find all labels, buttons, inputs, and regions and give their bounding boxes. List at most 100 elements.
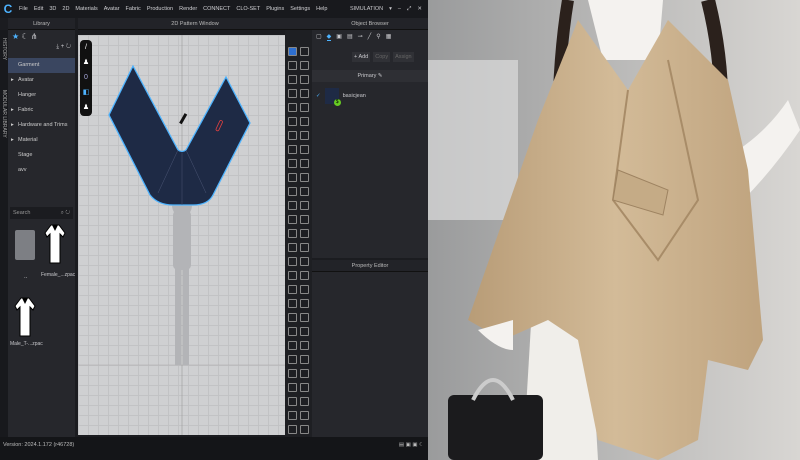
pattern-tool-icon[interactable]: [288, 103, 297, 112]
pattern-tool-icon[interactable]: [300, 145, 309, 154]
menu-file[interactable]: File: [19, 6, 28, 12]
menu-materials[interactable]: Materials: [75, 6, 97, 12]
library-item[interactable]: ▸ Hardware and Trims: [8, 118, 75, 133]
pattern-tool-icon[interactable]: [300, 425, 309, 434]
garment-thumbnail-female[interactable]: [42, 223, 68, 265]
status-icons[interactable]: ▤ ▣ ▣ ☾: [399, 442, 424, 448]
pattern-tool-icon[interactable]: [288, 61, 297, 70]
add-icon[interactable]: +: [61, 44, 65, 50]
fabric-tab-icon[interactable]: ◆: [326, 33, 332, 41]
pattern-tool-icon[interactable]: [288, 383, 297, 392]
tab-icon[interactable]: ╱: [368, 33, 372, 41]
garment-thumbnail-male[interactable]: [12, 296, 38, 340]
oval-icon[interactable]: 0: [80, 70, 92, 85]
pattern-tool-icon[interactable]: [300, 327, 309, 336]
pattern-tool-icon[interactable]: [288, 271, 297, 280]
pattern-tool-icon[interactable]: [288, 257, 297, 266]
pattern-tool-icon[interactable]: [288, 341, 297, 350]
menu-avatar[interactable]: Avatar: [104, 6, 120, 12]
minimize-icon[interactable]: –: [398, 6, 401, 13]
pattern-tool-icon[interactable]: [288, 159, 297, 168]
colorway-row[interactable]: Primary ✎: [312, 70, 428, 82]
pattern-tool-icon[interactable]: [300, 257, 309, 266]
library-search-input[interactable]: Search ⌕ ↻: [10, 207, 73, 219]
search-icon[interactable]: ⌕ ↻: [61, 210, 70, 216]
menu-help[interactable]: Help: [316, 6, 327, 12]
library-item[interactable]: ▸ Fabric: [8, 103, 75, 118]
tab-icon[interactable]: ▢: [316, 33, 322, 41]
pattern-piece[interactable]: [108, 64, 251, 206]
menu-plugins[interactable]: Plugins: [266, 6, 284, 12]
library-item[interactable]: ▸ Material: [8, 133, 75, 148]
menu-clo-set[interactable]: CLO-SET: [236, 6, 260, 12]
avatar-icon[interactable]: ♟: [80, 100, 92, 115]
library-item[interactable]: Stage: [8, 148, 75, 163]
tab-icon[interactable]: ▣: [336, 33, 342, 41]
pattern-tool-icon[interactable]: [288, 327, 297, 336]
pattern-tool-icon[interactable]: [288, 355, 297, 364]
pattern-tool-icon[interactable]: [300, 201, 309, 210]
pattern-tool-icon[interactable]: [288, 313, 297, 322]
folder-icon[interactable]: [15, 230, 35, 260]
pattern-tool-icon[interactable]: [288, 173, 297, 182]
pattern-tool-icon[interactable]: [288, 117, 297, 126]
pattern-tool-icon[interactable]: [300, 89, 309, 98]
pattern-tool-icon[interactable]: [288, 75, 297, 84]
pattern-tool-icon[interactable]: [300, 411, 309, 420]
cloud-icon[interactable]: ☾: [21, 32, 28, 41]
maximize-icon[interactable]: ⤢: [407, 6, 411, 13]
pattern-tool-icon[interactable]: [288, 369, 297, 378]
menu-connect[interactable]: CONNECT: [203, 6, 230, 12]
pattern-tool-icon[interactable]: [288, 299, 297, 308]
pattern-tool-icon[interactable]: [300, 215, 309, 224]
pattern-tool-icon[interactable]: [288, 229, 297, 238]
simulation-mode-dropdown[interactable]: SIMULATION: [350, 6, 383, 13]
menu-fabric[interactable]: Fabric: [126, 6, 141, 12]
pattern-tool-icon[interactable]: [300, 341, 309, 350]
library-item[interactable]: Garment: [8, 58, 75, 73]
lib-icon[interactable]: ⋔: [31, 32, 38, 41]
pattern-tool-icon[interactable]: [300, 187, 309, 196]
dropdown-chevron-icon[interactable]: ▾: [389, 6, 392, 13]
pen-icon[interactable]: /: [80, 40, 92, 55]
pattern-tool-icon[interactable]: [300, 313, 309, 322]
pattern-tool-icon[interactable]: [300, 47, 309, 56]
pattern-tool-icon[interactable]: [300, 397, 309, 406]
pattern-tool-icon[interactable]: [288, 243, 297, 252]
fill-icon[interactable]: ◧: [80, 85, 92, 100]
copy-button[interactable]: Copy: [373, 52, 391, 62]
check-icon[interactable]: ✓: [316, 93, 321, 99]
tab-modular-library[interactable]: MODULAR LIBRARY: [1, 90, 7, 138]
pattern-tool-icon[interactable]: [288, 215, 297, 224]
close-icon[interactable]: ✕: [417, 6, 422, 13]
tab-history[interactable]: HISTORY: [1, 38, 7, 60]
pattern-tool-icon[interactable]: [288, 131, 297, 140]
pattern-tool-icon[interactable]: [300, 103, 309, 112]
pattern-tool-icon[interactable]: [300, 173, 309, 182]
pattern-tool-icon[interactable]: [288, 47, 297, 56]
menu-edit[interactable]: Edit: [34, 6, 43, 12]
pattern-tool-icon[interactable]: [300, 131, 309, 140]
library-item[interactable]: avv: [8, 163, 75, 178]
pattern-tool-icon[interactable]: [300, 159, 309, 168]
pattern-tool-icon[interactable]: [300, 75, 309, 84]
tab-icon[interactable]: ▤: [347, 33, 353, 41]
pattern-tool-icon[interactable]: [288, 187, 297, 196]
pattern-tool-icon[interactable]: [288, 397, 297, 406]
pattern-tool-icon[interactable]: [288, 89, 297, 98]
menu-settings[interactable]: Settings: [290, 6, 310, 12]
pattern-tool-icon[interactable]: [300, 355, 309, 364]
expand-icon[interactable]: ▸: [11, 118, 14, 133]
pattern-canvas[interactable]: / ♟ 0 ◧ ♟: [78, 35, 285, 435]
download-icon[interactable]: ⤓: [56, 44, 59, 50]
menu-production[interactable]: Production: [147, 6, 173, 12]
menu-3d[interactable]: 3D: [49, 6, 56, 12]
pattern-tool-icon[interactable]: [300, 299, 309, 308]
add-button[interactable]: + Add: [352, 52, 371, 62]
pattern-tool-icon[interactable]: [300, 271, 309, 280]
pattern-tool-icon[interactable]: [288, 201, 297, 210]
pattern-tool-icon[interactable]: [300, 243, 309, 252]
pattern-tool-icon[interactable]: [288, 425, 297, 434]
tab-icon[interactable]: ⚲: [376, 33, 380, 41]
pattern-tool-icon[interactable]: [300, 117, 309, 126]
